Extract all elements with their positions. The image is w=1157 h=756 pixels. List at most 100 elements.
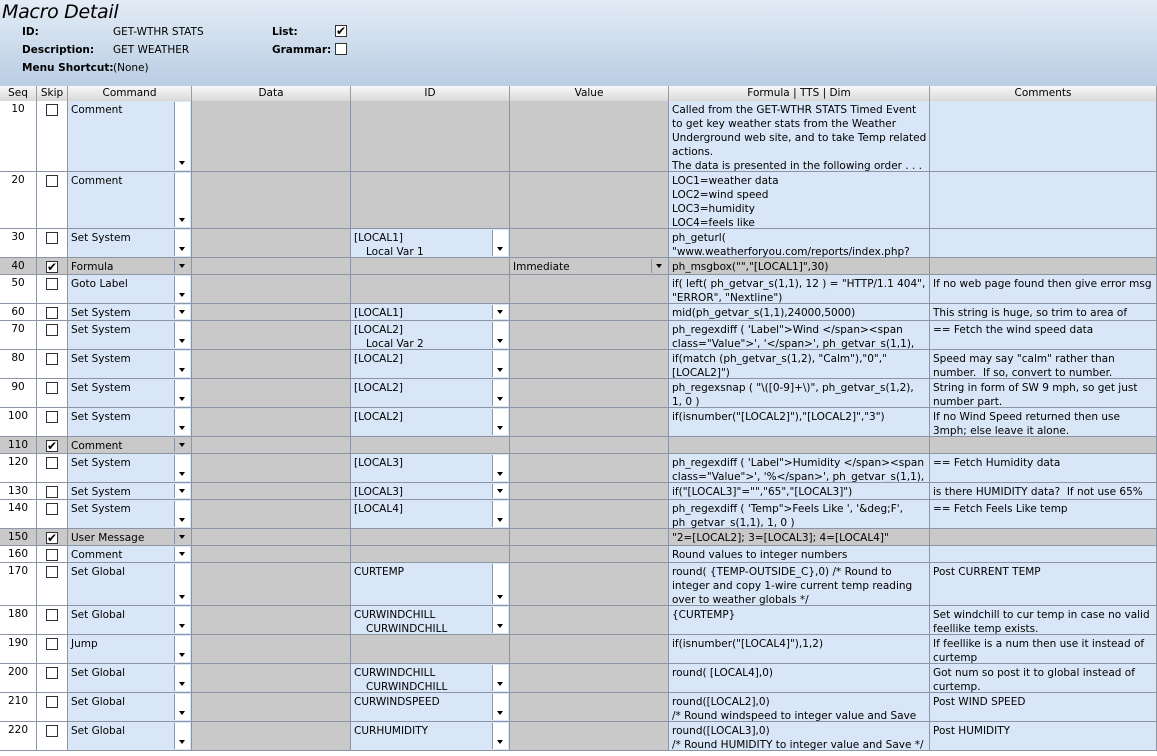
skip-checkbox[interactable] [46, 382, 58, 394]
command-cell[interactable]: Set System [68, 408, 192, 437]
formula-cell[interactable]: ph_geturl( "www.weatherforyou.com/report… [669, 229, 930, 258]
skip-cell[interactable] [37, 635, 68, 664]
data-cell[interactable] [192, 379, 351, 408]
table-row[interactable]: 190 Jump if(isnumber("[LOCAL4]"),1,2) If fe… [0, 635, 1157, 664]
command-cell[interactable]: Comment [68, 437, 192, 454]
dropdown-arrow-icon[interactable] [492, 723, 508, 749]
command-cell[interactable]: Jump [68, 635, 192, 664]
comments-cell[interactable] [930, 229, 1157, 258]
skip-checkbox[interactable]: ✔ [46, 261, 58, 273]
data-cell[interactable] [192, 546, 351, 563]
formula-cell[interactable]: if(isnumber("[LOCAL2]"),"[LOCAL2]","3") [669, 408, 930, 437]
skip-checkbox[interactable] [46, 725, 58, 737]
comments-cell[interactable]: Set windchill to cur temp in case no val… [930, 606, 1157, 635]
table-row[interactable]: 200 Set Global CURWINDCHILL CURWINDCHILL rou… [0, 664, 1157, 693]
data-cell[interactable] [192, 563, 351, 606]
id-cell[interactable]: CURWINDCHILL CURWINDCHILL [351, 664, 510, 693]
column-header-comments[interactable]: Comments [930, 86, 1157, 101]
dropdown-arrow-icon[interactable] [174, 607, 190, 633]
skip-checkbox[interactable] [46, 324, 58, 336]
comments-cell[interactable]: If no web page found then give error msg [930, 275, 1157, 304]
comments-cell[interactable]: == Fetch Feels Like temp [930, 500, 1157, 529]
list-checkbox[interactable]: ✔ [335, 25, 347, 37]
comments-cell[interactable]: Post HUMIDITY [930, 722, 1157, 751]
formula-cell[interactable]: if( left( ph_getvar_s(1,1), 12 ) = "HTTP… [669, 275, 930, 304]
value-cell[interactable] [510, 454, 669, 483]
data-cell[interactable] [192, 304, 351, 321]
dropdown-arrow-icon[interactable] [492, 607, 508, 633]
id-cell[interactable] [351, 275, 510, 304]
formula-cell[interactable]: round([LOCAL3],0) /* Round HUMIDITY to i… [669, 722, 930, 751]
table-row[interactable]: 150 ✔ User Message "2=[LOCAL2]; 3=[LOCAL3];… [0, 529, 1157, 546]
skip-cell[interactable] [37, 172, 68, 229]
table-row[interactable]: 220 Set Global CURHUMIDITY round([LOCAL3],0… [0, 722, 1157, 751]
skip-checkbox[interactable] [46, 353, 58, 365]
command-cell[interactable]: Set Global [68, 606, 192, 635]
data-cell[interactable] [192, 172, 351, 229]
skip-cell[interactable] [37, 664, 68, 693]
skip-checkbox[interactable] [46, 609, 58, 621]
dropdown-arrow-icon[interactable] [174, 409, 190, 435]
command-cell[interactable]: Set System [68, 350, 192, 379]
table-row[interactable]: 70 Set System [LOCAL2] Local Var 2 ph_regexd… [0, 321, 1157, 350]
dropdown-arrow-icon[interactable] [174, 723, 190, 749]
table-row[interactable]: 180 Set Global CURWINDCHILL CURWINDCHILL {CU… [0, 606, 1157, 635]
command-cell[interactable]: Set Global [68, 664, 192, 693]
command-cell[interactable]: User Message [68, 529, 192, 546]
formula-cell[interactable]: if(match (ph_getvar_s(1,2), "Calm"),"0",… [669, 350, 930, 379]
id-cell[interactable] [351, 529, 510, 546]
command-cell[interactable]: Comment [68, 546, 192, 563]
id-cell[interactable]: [LOCAL2] [351, 408, 510, 437]
table-row[interactable]: 210 Set Global CURWINDSPEED round([LOCAL2],… [0, 693, 1157, 722]
value-cell[interactable] [510, 321, 669, 350]
data-cell[interactable] [192, 722, 351, 751]
dropdown-arrow-icon[interactable] [174, 547, 190, 561]
data-cell[interactable] [192, 664, 351, 693]
value-cell[interactable] [510, 664, 669, 693]
dropdown-arrow-icon[interactable] [174, 438, 190, 452]
skip-checkbox[interactable] [46, 486, 58, 498]
dropdown-arrow-icon[interactable] [492, 322, 508, 348]
dropdown-arrow-icon[interactable] [174, 305, 190, 319]
id-cell[interactable]: [LOCAL2] [351, 379, 510, 408]
comments-cell[interactable]: This string is huge, so trim to area of … [930, 304, 1157, 321]
value-cell[interactable] [510, 275, 669, 304]
data-cell[interactable] [192, 635, 351, 664]
id-cell[interactable] [351, 172, 510, 229]
dropdown-arrow-icon[interactable] [174, 636, 190, 662]
table-row[interactable]: 120 Set System [LOCAL3] ph_regexdiff ( 'Lab… [0, 454, 1157, 483]
dropdown-arrow-icon[interactable] [174, 380, 190, 406]
dropdown-arrow-icon[interactable] [492, 564, 508, 604]
skip-cell[interactable] [37, 606, 68, 635]
skip-cell[interactable] [37, 101, 68, 172]
id-cell[interactable]: [LOCAL2] [351, 350, 510, 379]
table-row[interactable]: 30 Set System [LOCAL1] Local Var 1 ph_geturl… [0, 229, 1157, 258]
value-cell[interactable] [510, 101, 669, 172]
skip-checkbox[interactable] [46, 411, 58, 423]
command-cell[interactable]: Set System [68, 454, 192, 483]
data-cell[interactable] [192, 321, 351, 350]
command-cell[interactable]: Comment [68, 172, 192, 229]
command-cell[interactable]: Formula [68, 258, 192, 275]
column-header-command[interactable]: Command [68, 86, 192, 101]
command-cell[interactable]: Set System [68, 483, 192, 500]
data-cell[interactable] [192, 275, 351, 304]
value-cell[interactable] [510, 350, 669, 379]
value-cell[interactable] [510, 563, 669, 606]
command-cell[interactable]: Set Global [68, 563, 192, 606]
id-cell[interactable] [351, 101, 510, 172]
id-cell[interactable]: CURHUMIDITY [351, 722, 510, 751]
comments-cell[interactable] [930, 546, 1157, 563]
data-cell[interactable] [192, 693, 351, 722]
dropdown-arrow-icon[interactable] [174, 455, 190, 481]
skip-cell[interactable] [37, 379, 68, 408]
id-cell[interactable]: CURWINDCHILL CURWINDCHILL [351, 606, 510, 635]
data-cell[interactable] [192, 258, 351, 275]
dropdown-arrow-icon[interactable] [174, 230, 190, 256]
formula-cell[interactable]: {CURTEMP} [669, 606, 930, 635]
dropdown-arrow-icon[interactable] [174, 530, 190, 544]
value-cell[interactable] [510, 483, 669, 500]
comments-cell[interactable]: Got num so post it to global instead of … [930, 664, 1157, 693]
table-row[interactable]: 20 Comment LOC1=weather data LOC2=wind spe… [0, 172, 1157, 229]
data-cell[interactable] [192, 500, 351, 529]
